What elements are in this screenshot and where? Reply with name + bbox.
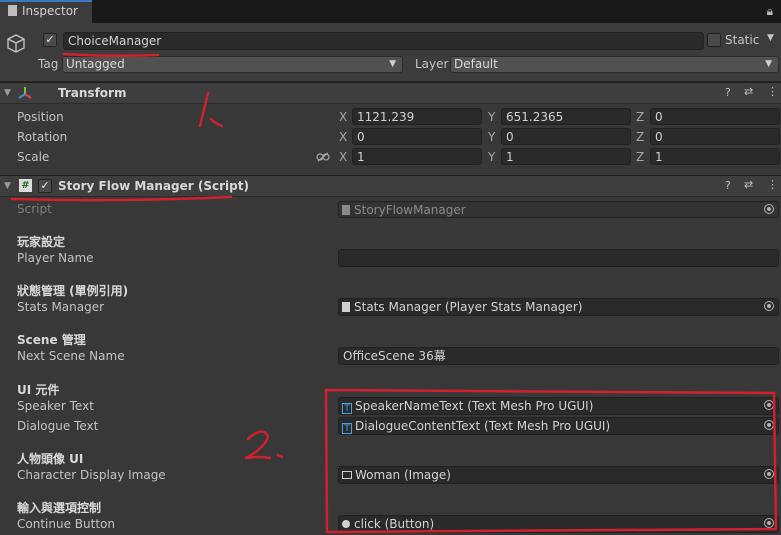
underline-script-header (10, 195, 233, 202)
red-annotations (10, 52, 778, 534)
annotation-mark-2 (244, 430, 272, 460)
annotation-highlight-box (324, 388, 778, 534)
annotation-mark-2-dot (276, 453, 284, 459)
underline-object-name (62, 52, 160, 58)
annotation-mark-1-dot (209, 117, 224, 128)
annotation-mark-1 (198, 91, 210, 128)
